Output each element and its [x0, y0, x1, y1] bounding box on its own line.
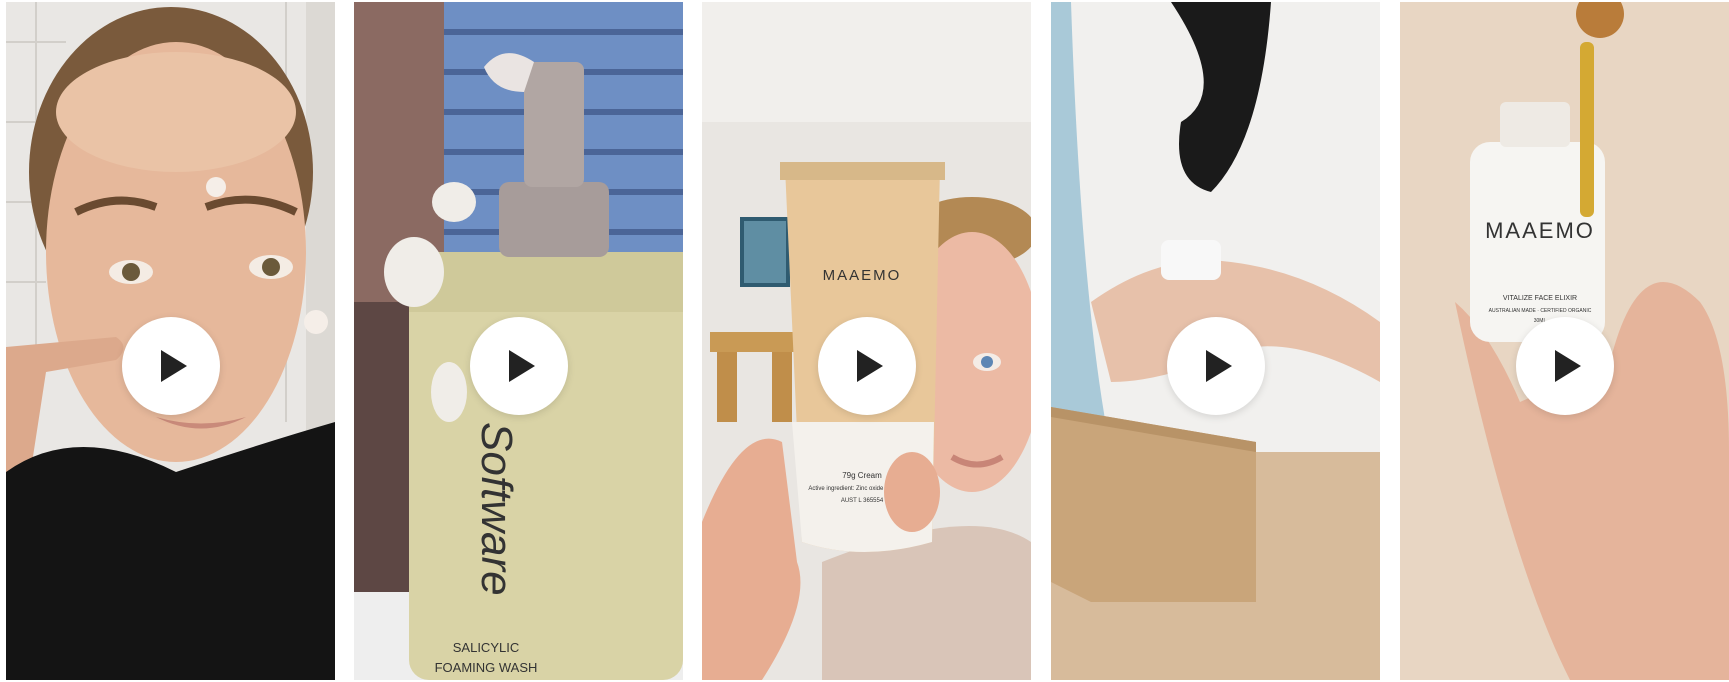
play-button[interactable]: [1515, 317, 1614, 415]
play-icon: [1205, 350, 1232, 382]
product-size-text: 79g Cream: [842, 471, 882, 480]
video-gallery: Software SALICYLIC FOAMING WASH MAAEMO 7…: [0, 0, 1729, 682]
product-name-line-1: SALICYLIC: [453, 640, 519, 655]
product-brand-text: MAAEMO: [823, 267, 902, 284]
play-button[interactable]: [469, 317, 568, 415]
video-card-1[interactable]: [6, 2, 335, 680]
play-button[interactable]: [1166, 317, 1265, 415]
product-name-line-2: FOAMING WASH: [435, 660, 538, 675]
play-icon: [160, 350, 187, 382]
play-icon: [1554, 350, 1581, 382]
play-button[interactable]: [817, 317, 916, 415]
play-button[interactable]: [121, 317, 220, 415]
play-icon: [508, 350, 535, 382]
video-card-4[interactable]: [1051, 2, 1380, 680]
play-icon: [856, 350, 883, 382]
product-brand-text: Software: [472, 422, 521, 596]
video-card-2[interactable]: Software SALICYLIC FOAMING WASH: [354, 2, 683, 680]
product-origin-text: AUSTRALIAN MADE · CERTIFIED ORGANIC: [1489, 308, 1592, 314]
product-brand-text: MAAEMO: [1485, 218, 1595, 243]
video-card-5[interactable]: MAAEMO VITALIZE FACE ELIXIR AUSTRALIAN M…: [1400, 2, 1729, 680]
product-name-text: VITALIZE FACE ELIXIR: [1503, 295, 1577, 302]
product-code-text: AUST L 365554: [841, 498, 884, 504]
video-card-3[interactable]: MAAEMO 79g Cream Active ingredient: Zinc…: [702, 2, 1031, 680]
